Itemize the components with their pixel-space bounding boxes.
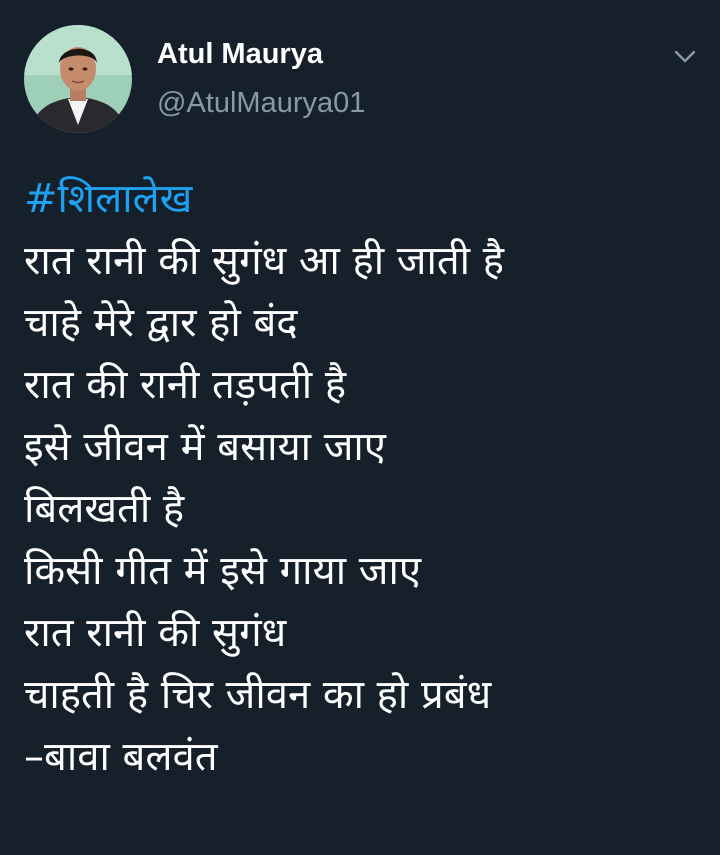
hashtag-line: #शिलालेख [24, 170, 704, 232]
tweet-text: #शिलालेख रात रानी की सुगंध आ ही जाती है … [24, 170, 704, 790]
tweet-card: Atul Maurya @AtulMaurya01 #शिलालेख रात र… [0, 0, 720, 855]
author-name[interactable]: Atul Maurya [157, 38, 323, 71]
poem-line: किसी गीत में इसे गाया जाए [24, 548, 421, 594]
more-options-button[interactable] [666, 40, 704, 74]
avatar[interactable] [24, 25, 132, 133]
poem-line: रात रानी की सुगंध आ ही जाती है [24, 238, 504, 284]
poem-attribution: –बावा बलवंत [24, 734, 218, 780]
poem-line: रात की रानी तड़पती है [24, 362, 347, 408]
poem-line: इसे जीवन में बसाया जाए [24, 424, 386, 470]
poem-line: चाहे मेरे द्वार हो बंद [24, 300, 298, 346]
poem-line: बिलखती है [24, 486, 185, 532]
chevron-down-icon [674, 50, 696, 63]
author-handle[interactable]: @AtulMaurya01 [157, 87, 365, 120]
poem-line: चाहती है चिर जीवन का हो प्रबंध [24, 672, 492, 718]
avatar-image [24, 25, 132, 133]
poem-line: रात रानी की सुगंध [24, 610, 287, 656]
hashtag-link[interactable]: #शिलालेख [24, 176, 192, 222]
